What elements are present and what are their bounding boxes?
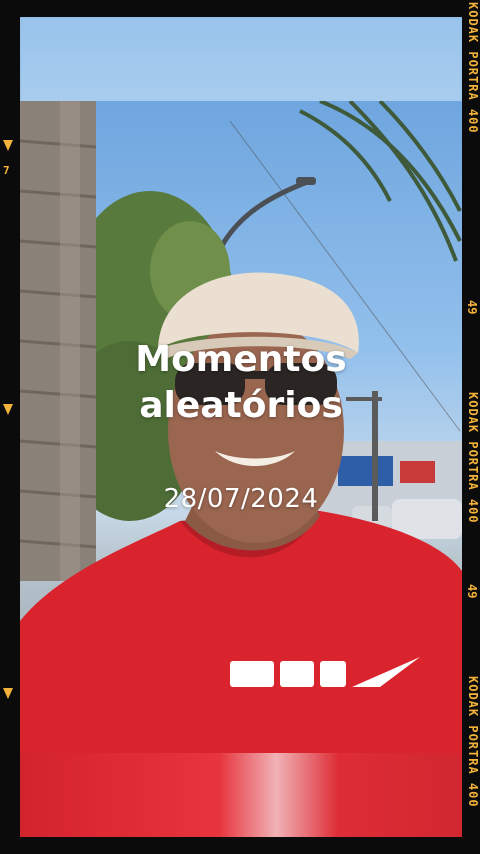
storefront-awning <box>400 461 435 483</box>
blurred-shirt-strip <box>20 753 462 837</box>
film-left-frame-number: 7 <box>3 164 10 177</box>
palm-fronds <box>299 101 462 262</box>
film-arrow-icon <box>3 404 13 415</box>
storefront-sign <box>338 456 393 486</box>
film-arrow-icon <box>3 688 13 699</box>
blurred-sky-strip <box>20 17 462 103</box>
overlay-date: 28/07/2024 <box>163 484 319 514</box>
title-line-1: Momentos <box>135 339 347 380</box>
film-arrow-icon <box>3 140 13 151</box>
overlay-title: Momentos aleatórios <box>20 337 462 429</box>
film-frame-number: 49 <box>465 300 479 315</box>
film-frame-number: 49 <box>465 584 479 599</box>
film-brand-label: KODAK PORTRA 400 <box>466 676 480 808</box>
film-brand-label: KODAK PORTRA 400 <box>466 392 480 524</box>
film-brand-label: KODAK PORTRA 400 <box>466 2 480 134</box>
title-line-2: aleatórios <box>139 385 343 426</box>
